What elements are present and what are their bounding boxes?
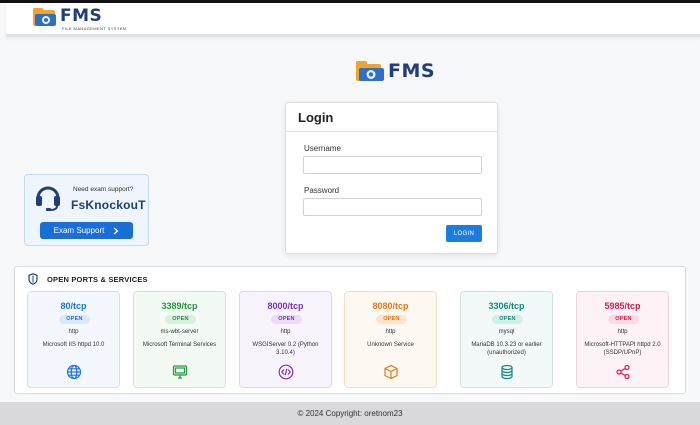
port-number: 3306/tcp [488,301,525,311]
footer: © 2024 Copyright: oretnom23 [0,402,700,425]
port-number: 5985/tcp [604,301,641,311]
status-badge: OPEN [376,315,407,324]
status-badge: OPEN [492,315,523,324]
port-card-3389[interactable]: 3389/tcp OPEN ms-wbt-server Microsoft Te… [133,291,226,388]
code-icon [278,364,294,380]
ports-title: OPEN PORTS & SERVICES [47,274,148,284]
login-card: Login Username Password LOGIN [285,102,498,254]
status-badge: OPEN [59,315,90,324]
port-service: Unknown Service [367,342,414,348]
port-protocol: http [68,329,79,335]
port-card-8080[interactable]: 8080/tcp OPEN http Unknown Service [344,291,437,388]
username-input[interactable] [303,156,482,174]
port-service: MariaDB 10.3.23 or earlier (unauthorized… [471,342,542,356]
center-brand-name: FMS [388,60,436,82]
ports-header: OPEN PORTS & SERVICES [28,273,148,285]
center-logo: FMS [355,60,435,82]
chevron-right-icon [113,227,119,234]
port-protocol: ms-wbt-server [160,329,199,335]
exam-support-label: Exam Support [53,226,105,235]
status-badge: OPEN [271,315,302,324]
password-input[interactable] [303,198,482,216]
port-protocol: http [385,329,396,335]
login-title: Login [286,103,497,132]
app-header: FMS FILE MANAGEMENT SYSTEM [6,3,700,37]
port-card-80[interactable]: 80/tcp OPEN http Microsoft IIS httpd 10.… [27,291,120,388]
support-name: FsKnockouT [71,198,146,212]
port-service: WSGIServer 0.2 (Python 3.10.4) [252,342,319,356]
password-label: Password [304,186,340,195]
monitor-icon [172,365,188,379]
globe-icon [66,364,82,380]
port-card-5985[interactable]: 5985/tcp OPEN http Microsoft-HTTPAPI htt… [576,291,669,388]
open-ports-panel: OPEN PORTS & SERVICES 80/tcp OPEN http M… [14,266,686,394]
port-card-8000[interactable]: 8000/tcp OPEN http WSGIServer 0.2 (Pytho… [239,291,332,388]
port-service: Microsoft Terminal Services [142,342,217,348]
headset-icon [36,186,60,211]
port-service: Microsoft-HTTPAPI httpd 2.0 (SSDP/UPnP) [584,342,661,356]
support-prompt: Need exam support? [73,186,134,193]
shield-icon [28,273,38,285]
port-number: 3389/tcp [161,301,198,311]
folder-logo-icon [33,8,56,26]
box-icon [384,364,398,380]
port-number: 80/tcp [60,301,87,311]
port-number: 8000/tcp [267,301,304,311]
port-protocol: http [280,329,291,335]
username-label: Username [304,144,341,153]
footer-copyright: © 2024 Copyright: oretnom23 [297,409,403,418]
port-protocol: mysql [498,329,515,335]
status-badge: OPEN [608,315,639,324]
folder-logo-icon [356,61,384,81]
port-service: Microsoft IIS httpd 10.0 [42,342,105,348]
database-icon [501,364,513,380]
login-button[interactable]: LOGIN [446,225,482,242]
brand-logo[interactable]: FMS FILE MANAGEMENT SYSTEM [32,6,126,31]
port-number: 8080/tcp [372,301,409,311]
brand-name: FMS [60,6,103,26]
share-icon [616,364,630,380]
port-protocol: http [617,329,628,335]
brand-subtitle: FILE MANAGEMENT SYSTEM [62,26,127,31]
port-card-3306[interactable]: 3306/tcp OPEN mysql MariaDB 10.3.23 or e… [460,291,553,388]
exam-support-button[interactable]: Exam Support [40,222,133,239]
exam-support-card: Need exam support? FsKnockouT Exam Suppo… [24,174,149,246]
status-badge: OPEN [165,315,196,324]
